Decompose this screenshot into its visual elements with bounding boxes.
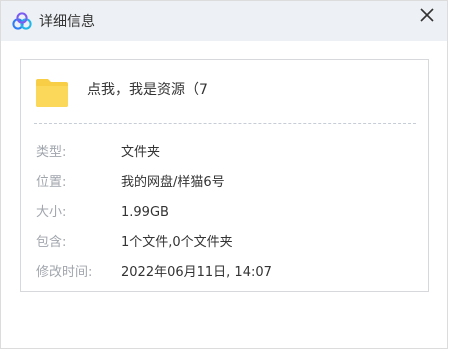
property-size: 大小: 1.99GB <box>21 203 428 223</box>
contains-label: 包含: <box>36 235 67 250</box>
property-contains: 包含: 1个文件,0个文件夹 <box>21 233 428 253</box>
folder-icon <box>36 79 68 107</box>
type-value: 文件夹 <box>121 145 161 160</box>
title-bar: 详细信息 <box>1 1 447 41</box>
window-title: 详细信息 <box>39 14 95 30</box>
location-label: 位置: <box>36 175 67 190</box>
close-icon[interactable] <box>416 4 438 26</box>
modified-time-label: 修改时间: <box>36 265 93 280</box>
property-type: 类型: 文件夹 <box>21 143 428 163</box>
file-name: 点我，我是资源（7 <box>87 82 208 98</box>
contains-value: 1个文件,0个文件夹 <box>121 235 233 250</box>
details-panel: 点我，我是资源（7 类型: 文件夹 位置: 我的网盘/样猫6号 大小: 1.99… <box>20 59 429 292</box>
modified-time-value: 2022年06月11日, 14:07 <box>121 265 272 280</box>
details-dialog: 详细信息 点我，我是资源（7 类型: 文件夹 位置: 我的网盘/样猫6号 大小:… <box>0 0 448 349</box>
divider <box>34 123 416 124</box>
size-value: 1.99GB <box>121 205 169 220</box>
property-location: 位置: 我的网盘/样猫6号 <box>21 173 428 193</box>
cloud-logo-icon <box>12 12 32 30</box>
file-header: 点我，我是资源（7 <box>21 60 428 124</box>
size-label: 大小: <box>36 205 67 220</box>
location-value: 我的网盘/样猫6号 <box>121 175 225 190</box>
type-label: 类型: <box>36 145 67 160</box>
property-modified-time: 修改时间: 2022年06月11日, 14:07 <box>21 263 428 283</box>
